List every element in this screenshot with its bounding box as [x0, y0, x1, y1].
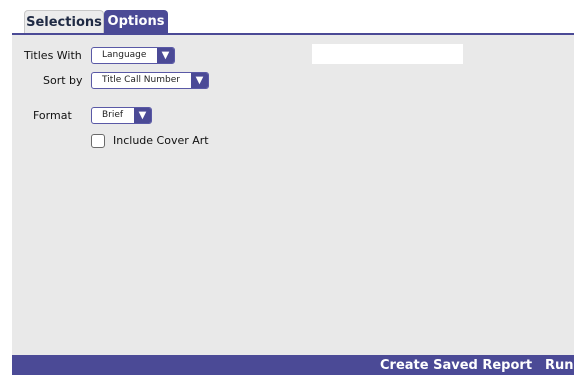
filter-input[interactable]: [312, 44, 463, 64]
sort-by-label: Sort by: [43, 74, 83, 87]
tab-options[interactable]: Options: [104, 10, 168, 33]
chevron-down-icon: ▼: [134, 108, 151, 123]
chevron-down-icon: ▼: [157, 48, 174, 63]
footer-bar: Create Saved Report Run: [12, 355, 574, 375]
titles-with-select[interactable]: Language ▼: [91, 47, 175, 64]
titles-with-label: Titles With: [24, 49, 82, 62]
sort-by-select[interactable]: Title Call Number ▼: [91, 72, 209, 89]
sort-by-value: Title Call Number: [102, 75, 180, 85]
format-label: Format: [33, 109, 72, 122]
chevron-down-icon: ▼: [191, 73, 208, 88]
include-cover-art-label: Include Cover Art: [113, 134, 209, 147]
include-cover-art-checkbox[interactable]: [91, 134, 105, 148]
format-select[interactable]: Brief ▼: [91, 107, 152, 124]
run-button[interactable]: Run: [545, 358, 574, 373]
create-saved-report-button[interactable]: Create Saved Report: [380, 358, 532, 373]
tab-bar: Selections Options: [0, 0, 574, 34]
tab-selections[interactable]: Selections: [24, 10, 104, 33]
titles-with-value: Language: [102, 50, 147, 60]
format-value: Brief: [102, 110, 124, 120]
